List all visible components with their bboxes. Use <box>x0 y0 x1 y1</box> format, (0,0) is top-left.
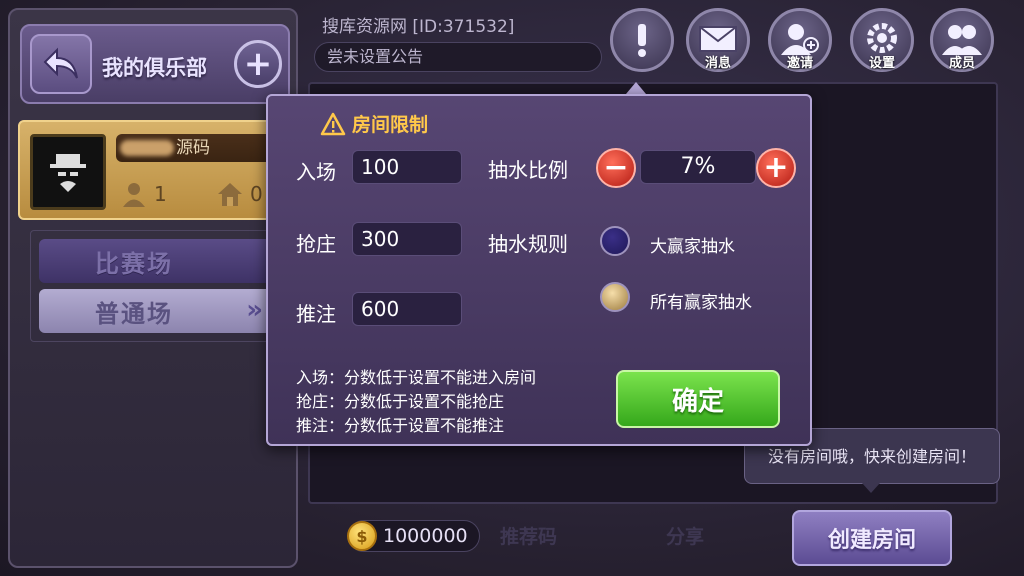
create-room-button[interactable]: 创建房间 <box>792 510 952 566</box>
rooms-count: 0 <box>250 182 263 206</box>
invite-button[interactable]: 邀请 <box>768 8 832 72</box>
minus-icon: − <box>603 150 629 185</box>
room-id: 搜库资源网 [ID:371532] <box>322 17 515 37</box>
members-count: 1 <box>154 182 167 206</box>
rule-radio-all-winners[interactable] <box>600 282 630 312</box>
bet-label: 推注 <box>296 302 336 326</box>
rule-option-big-winner[interactable]: 大赢家抽水 <box>650 232 735 257</box>
game-lobby: 我的俱乐部 + 源码 1 0 比赛场 普通场 » 搜库资源网 [ID:37153… <box>0 0 1024 576</box>
add-club-button[interactable]: + <box>234 40 282 88</box>
club-header: 我的俱乐部 + <box>20 24 290 104</box>
mail-button[interactable]: 消息 <box>686 8 750 72</box>
warning-icon <box>320 112 346 135</box>
alert-icon <box>638 24 646 57</box>
note-banker: 抢庄：分数低于设置不能抢庄 <box>296 392 505 411</box>
rule-radio-big-winner[interactable] <box>600 226 630 256</box>
back-button[interactable] <box>30 34 92 94</box>
rule-label: 抽水规则 <box>488 232 568 256</box>
avatar[interactable] <box>30 134 106 210</box>
club-panel: 我的俱乐部 + 源码 1 0 比赛场 普通场 » <box>8 8 298 568</box>
plus-icon: + <box>763 150 789 185</box>
user-name: 源码 <box>116 134 276 162</box>
dialog-title-text: 房间限制 <box>352 114 429 136</box>
room-limit-dialog: 房间限制 入场 100 抢庄 300 推注 600 抽水比例 − 7% + 抽水… <box>266 94 812 446</box>
ratio-decrease-button[interactable]: − <box>596 148 636 188</box>
banker-input[interactable]: 300 <box>352 222 462 256</box>
ratio-label: 抽水比例 <box>488 158 568 182</box>
user-card: 源码 1 0 <box>18 120 288 220</box>
ratio-value: 7% <box>640 150 756 184</box>
settings-label: 设置 <box>868 56 895 71</box>
user-name-text: 源码 <box>176 138 210 158</box>
double-chevron-right-icon: » <box>246 295 265 325</box>
banker-label: 抢庄 <box>296 232 336 256</box>
mode-normal-label: 普通场 <box>95 299 173 328</box>
mode-list: 比赛场 普通场 » <box>30 230 290 342</box>
note-bet: 推注：分数低于设置不能推注 <box>296 416 505 435</box>
members-stat: 1 <box>120 180 167 208</box>
rooms-stat: 0 <box>216 180 263 208</box>
ratio-increase-button[interactable]: + <box>756 148 796 188</box>
entry-label: 入场 <box>296 160 336 184</box>
entry-input[interactable]: 100 <box>352 150 462 184</box>
notice-bar: 尝未设置公告 <box>314 42 602 72</box>
recommend-code-button[interactable]: 推荐码 <box>500 522 557 549</box>
mail-label: 消息 <box>704 56 731 71</box>
dialog-title: 房间限制 <box>320 110 428 137</box>
alert-button[interactable] <box>610 8 674 72</box>
coin-icon: $ <box>347 521 377 551</box>
tooltip-tail <box>862 483 880 493</box>
plus-icon: + <box>243 44 273 84</box>
coin-balance: $ 1000000 <box>347 520 480 552</box>
confirm-button[interactable]: 确定 <box>616 370 780 428</box>
back-arrow-icon <box>43 47 78 79</box>
hat-man-avatar-icon <box>50 154 86 192</box>
club-title: 我的俱乐部 <box>102 56 207 80</box>
rule-option-all-winners[interactable]: 所有赢家抽水 <box>650 288 752 313</box>
bottom-bar: $ 1000000 推荐码 分享 创建房间 <box>300 508 1024 568</box>
person-icon <box>123 183 145 207</box>
coin-amount: 1000000 <box>383 525 468 547</box>
note-entry: 入场：分数低于设置不能进入房间 <box>296 368 537 387</box>
house-icon <box>218 183 242 206</box>
bet-input[interactable]: 600 <box>352 292 462 326</box>
settings-button[interactable]: 设置 <box>850 8 914 72</box>
mode-normal-button[interactable]: 普通场 » <box>39 289 283 333</box>
share-button[interactable]: 分享 <box>666 522 704 549</box>
members-button[interactable]: 成员 <box>930 8 994 72</box>
members-label: 成员 <box>948 56 975 71</box>
invite-label: 邀请 <box>786 56 813 71</box>
redacted-name <box>120 140 174 156</box>
mode-match-button[interactable]: 比赛场 <box>39 239 283 283</box>
dialog-pointer <box>626 82 646 94</box>
